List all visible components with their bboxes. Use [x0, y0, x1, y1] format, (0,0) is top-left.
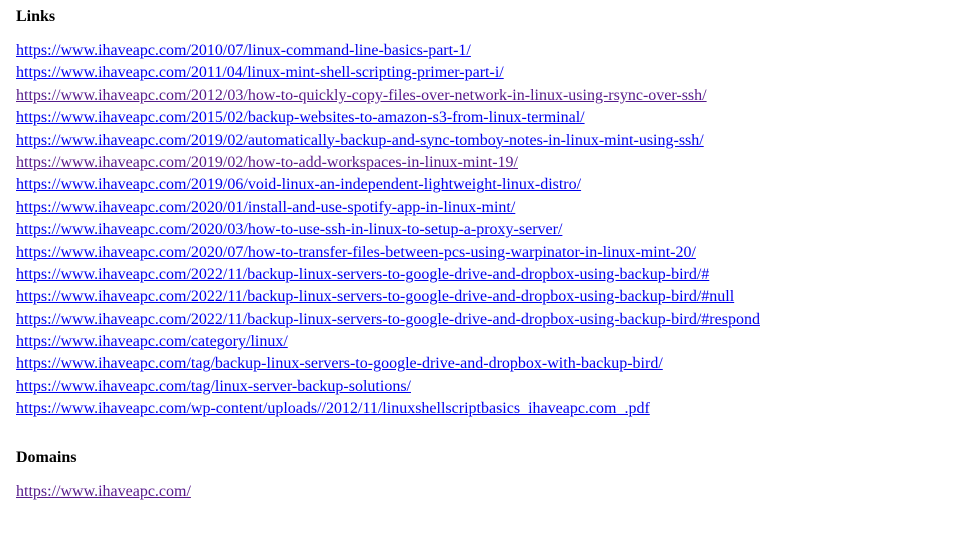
link-row: https://www.ihaveapc.com/2019/06/void-li…	[16, 174, 960, 196]
link-link[interactable]: https://www.ihaveapc.com/2011/04/linux-m…	[16, 64, 504, 81]
link-link[interactable]: https://www.ihaveapc.com/tag/linux-serve…	[16, 378, 411, 395]
link-link[interactable]: https://www.ihaveapc.com/category/linux/	[16, 333, 288, 350]
domains-section: Domains https://www.ihaveapc.com/	[16, 449, 960, 503]
domains-list: https://www.ihaveapc.com/	[16, 481, 960, 503]
link-row: https://www.ihaveapc.com/2012/03/how-to-…	[16, 85, 960, 107]
link-row: https://www.ihaveapc.com/2010/07/linux-c…	[16, 40, 960, 62]
link-row: https://www.ihaveapc.com/2022/11/backup-…	[16, 286, 960, 308]
link-link[interactable]: https://www.ihaveapc.com/tag/backup-linu…	[16, 355, 663, 372]
link-link[interactable]: https://www.ihaveapc.com/2012/03/how-to-…	[16, 87, 707, 104]
link-link[interactable]: https://www.ihaveapc.com/wp-content/uplo…	[16, 400, 650, 417]
domain-row: https://www.ihaveapc.com/	[16, 481, 960, 503]
link-row: https://www.ihaveapc.com/tag/linux-serve…	[16, 376, 960, 398]
link-link[interactable]: https://www.ihaveapc.com/2019/06/void-li…	[16, 176, 581, 193]
link-row: https://www.ihaveapc.com/2020/07/how-to-…	[16, 242, 960, 264]
link-row: https://www.ihaveapc.com/2011/04/linux-m…	[16, 62, 960, 84]
link-link[interactable]: https://www.ihaveapc.com/2020/07/how-to-…	[16, 244, 696, 261]
links-section: Links https://www.ihaveapc.com/2010/07/l…	[16, 8, 960, 421]
link-link[interactable]: https://www.ihaveapc.com/2015/02/backup-…	[16, 109, 585, 126]
link-row: https://www.ihaveapc.com/2022/11/backup-…	[16, 309, 960, 331]
link-link[interactable]: https://www.ihaveapc.com/2019/02/automat…	[16, 132, 704, 149]
link-row: https://www.ihaveapc.com/2022/11/backup-…	[16, 264, 960, 286]
links-list: https://www.ihaveapc.com/2010/07/linux-c…	[16, 40, 960, 421]
link-row: https://www.ihaveapc.com/2020/03/how-to-…	[16, 219, 960, 241]
link-link[interactable]: https://www.ihaveapc.com/2022/11/backup-…	[16, 288, 734, 305]
link-row: https://www.ihaveapc.com/wp-content/uplo…	[16, 398, 960, 420]
link-row: https://www.ihaveapc.com/2015/02/backup-…	[16, 107, 960, 129]
link-link[interactable]: https://www.ihaveapc.com/2019/02/how-to-…	[16, 154, 518, 171]
link-row: https://www.ihaveapc.com/2019/02/automat…	[16, 130, 960, 152]
link-row: https://www.ihaveapc.com/2019/02/how-to-…	[16, 152, 960, 174]
link-link[interactable]: https://www.ihaveapc.com/2022/11/backup-…	[16, 311, 760, 328]
domains-heading: Domains	[16, 449, 960, 467]
link-link[interactable]: https://www.ihaveapc.com/2020/03/how-to-…	[16, 221, 562, 238]
links-heading: Links	[16, 8, 960, 26]
link-link[interactable]: https://www.ihaveapc.com/2020/01/install…	[16, 199, 515, 216]
link-row: https://www.ihaveapc.com/2020/01/install…	[16, 197, 960, 219]
link-row: https://www.ihaveapc.com/tag/backup-linu…	[16, 353, 960, 375]
link-link[interactable]: https://www.ihaveapc.com/2022/11/backup-…	[16, 266, 709, 283]
link-row: https://www.ihaveapc.com/category/linux/	[16, 331, 960, 353]
domain-link[interactable]: https://www.ihaveapc.com/	[16, 483, 191, 500]
link-link[interactable]: https://www.ihaveapc.com/2010/07/linux-c…	[16, 42, 471, 59]
